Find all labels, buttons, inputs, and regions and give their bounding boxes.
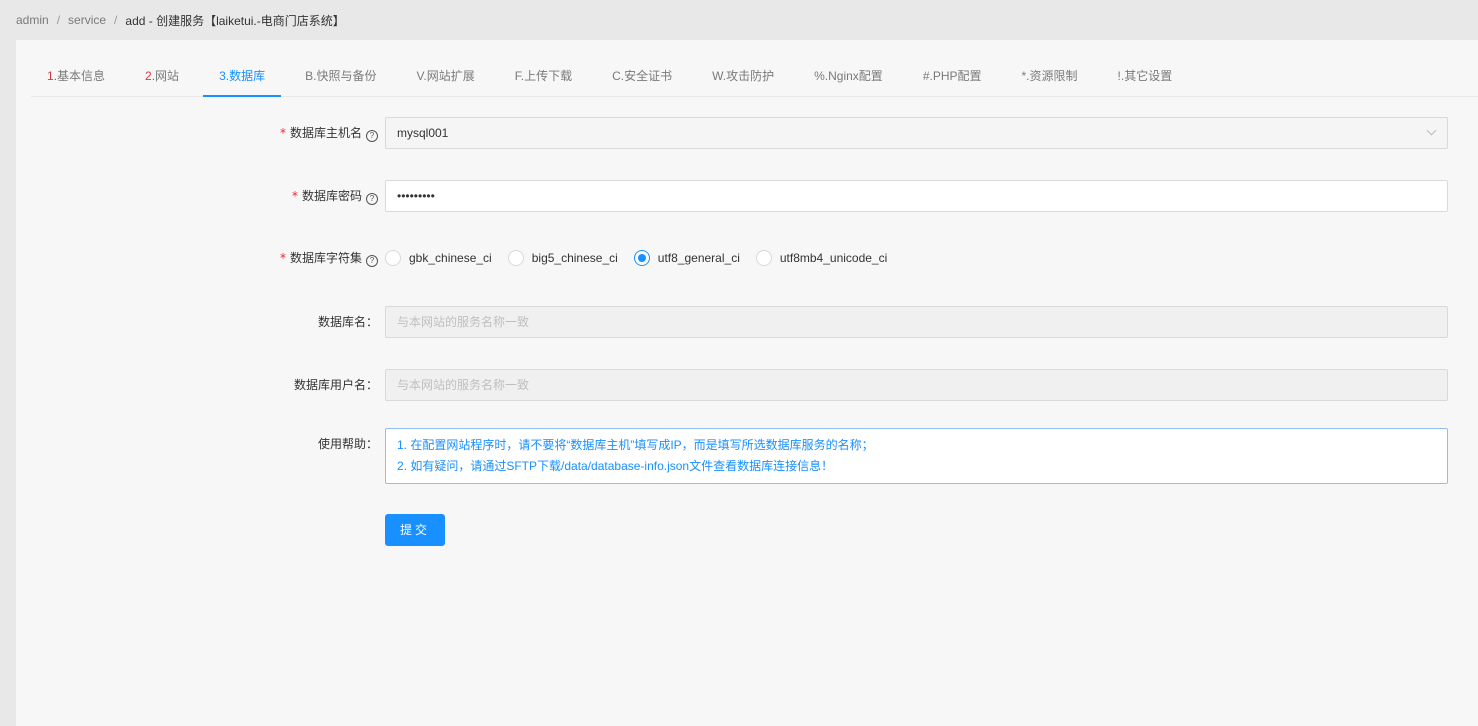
radio-label: utf8mb4_unicode_ci [779,251,888,265]
breadcrumb-separator: / [114,13,118,27]
charset-option-big5[interactable]: big5_chinese_ci [507,250,618,266]
tab-php-config[interactable]: #.PHP配置 [907,56,998,96]
required-mark: * [291,189,298,203]
tab-label: 资源限制 [1029,69,1078,83]
tab-prefix: 3. [219,69,230,83]
db-password-control: ••••••••• [385,180,1448,212]
tab-nginx-config[interactable]: %.Nginx配置 [798,56,899,96]
db-password-label: * 数据库密码? [118,180,378,212]
db-charset-radio-group: gbk_chinese_ci big5_chinese_ci utf8_gene… [385,242,1448,274]
breadcrumb-separator: / [56,13,61,27]
form-row-help: 使用帮助： 1. 在配置网站程序时，请不要将“数据库主机”填写成IP，而是填写所… [16,428,1478,484]
db-charset-label-text: 数据库字符集 [289,251,362,265]
required-mark: * [279,126,286,140]
breadcrumb: admin / service / add - 创建服务【laiketui.-电… [16,0,345,40]
form-row-db-name: 数据库名： 与本网站的服务名称一致 [16,306,1478,338]
tab-prefix: *. [1021,69,1030,83]
tab-prefix: 2. [145,69,156,83]
db-name-label: 数据库名： [317,315,378,329]
tab-attack-protection[interactable]: W.攻击防护 [696,56,790,96]
tab-label: Nginx配置 [828,69,883,83]
tab-prefix: F. [514,69,525,83]
tab-prefix: %. [814,69,829,83]
tab-upload-download[interactable]: F.上传下载 [499,56,588,96]
tab-snapshot-backup[interactable]: B.快照与备份 [289,56,392,96]
tab-prefix: 1. [47,69,58,83]
form-row-db-user: 数据库用户名： 与本网站的服务名称一致 [16,369,1478,401]
tab-label: 数据库 [229,69,266,83]
db-name-control: 与本网站的服务名称一致 [385,306,1448,338]
db-password-label-text: 数据库密码 [301,189,362,203]
question-circle-icon[interactable]: ? [366,193,378,205]
submit-button[interactable]: 提交 [385,514,445,546]
radio-label: utf8_general_ci [657,251,740,265]
question-circle-icon[interactable]: ? [366,130,378,142]
tab-prefix: B. [305,69,317,83]
db-host-label: * 数据库主机名? [118,117,378,149]
help-line-2: 2. 如有疑问，请通过SFTP下载/data/database-info.jso… [397,459,834,473]
radio-label: big5_chinese_ci [531,251,618,265]
charset-option-utf8mb4[interactable]: utf8mb4_unicode_ci [755,250,888,266]
form-row-db-host: * 数据库主机名? mysql001 [16,117,1478,149]
db-host-select[interactable]: mysql001 [385,117,1448,149]
charset-option-gbk[interactable]: gbk_chinese_ci [385,250,492,266]
tab-label: 网站扩展 [426,69,475,83]
tab-website[interactable]: 2.网站 [129,56,195,96]
radio-circle[interactable] [755,250,772,266]
radio-label: gbk_chinese_ci [409,251,492,265]
db-charset-label: * 数据库字符集? [118,242,378,274]
tab-bar: 1.基本信息 2.网站 3.数据库 B.快照与备份 V.网站扩展 F.上传下载 … [31,56,1478,97]
tab-prefix: #. [922,69,933,83]
tab-label: 基本信息 [57,69,106,83]
question-circle-icon[interactable]: ? [366,255,378,267]
tab-label: 网站 [155,69,180,83]
tab-prefix: V. [416,69,427,83]
db-name-input: 与本网站的服务名称一致 [385,306,1448,338]
help-line-1: 1. 在配置网站程序时，请不要将“数据库主机”填写成IP，而是填写所选数据库服务… [397,438,874,452]
help-control: 1. 在配置网站程序时，请不要将“数据库主机”填写成IP，而是填写所选数据库服务… [385,428,1448,484]
form-row-db-charset: * 数据库字符集? gbk_chinese_ci big5_chinese_ci … [16,242,1478,274]
tab-resource-limit[interactable]: *.资源限制 [1006,56,1094,96]
tab-label: 其它设置 [1124,69,1173,83]
tab-label: 安全证书 [624,69,673,83]
db-user-input: 与本网站的服务名称一致 [385,369,1448,401]
tab-database[interactable]: 3.数据库 [203,56,282,97]
tab-ssl-cert[interactable]: C.安全证书 [596,56,688,96]
content-panel: 1.基本信息 2.网站 3.数据库 B.快照与备份 V.网站扩展 F.上传下载 … [16,40,1478,726]
tab-prefix: W. [712,69,727,83]
radio-circle[interactable] [633,250,650,266]
breadcrumb-current: add - 创建服务【laiketui.-电商门店系统】 [125,13,345,28]
help-box: 1. 在配置网站程序时，请不要将“数据库主机”填写成IP，而是填写所选数据库服务… [385,428,1448,484]
tab-label: 上传下载 [524,69,573,83]
db-user-label: 数据库用户名： [293,378,378,392]
db-host-value: mysql001 [397,126,449,140]
db-password-input[interactable]: ••••••••• [385,180,1448,212]
db-user-control: 与本网站的服务名称一致 [385,369,1448,401]
tab-site-extension[interactable]: V.网站扩展 [400,56,490,96]
tab-label: 攻击防护 [726,69,775,83]
required-mark: * [279,251,286,265]
tab-other-settings[interactable]: !.其它设置 [1102,56,1189,96]
tab-basic-info[interactable]: 1.基本信息 [31,56,121,96]
tab-label: 快照与备份 [316,69,377,83]
radio-circle[interactable] [385,250,401,266]
form-row-db-password: * 数据库密码? ••••••••• [16,180,1478,212]
db-host-control: mysql001 [385,117,1448,149]
breadcrumb-item-service[interactable]: service [68,13,106,27]
db-host-label-text: 数据库主机名 [289,126,362,140]
tab-label: PHP配置 [932,69,982,83]
breadcrumb-item-admin[interactable]: admin [16,13,49,27]
help-label: 使用帮助： [317,437,378,451]
charset-option-utf8[interactable]: utf8_general_ci [633,250,740,266]
chevron-down-icon [1426,125,1437,136]
tab-prefix: C. [612,69,625,83]
radio-circle[interactable] [507,250,524,266]
